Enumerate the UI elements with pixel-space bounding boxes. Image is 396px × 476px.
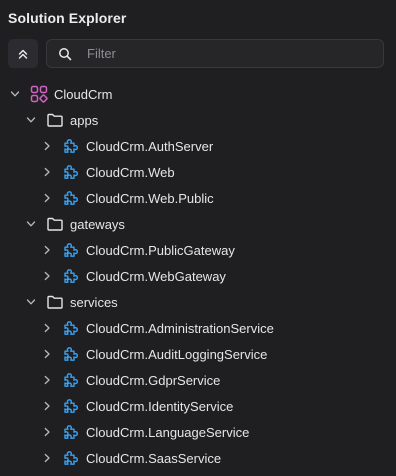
chevron-down-icon[interactable] [9,88,21,100]
puzzle-project-icon [62,449,80,467]
tree-node-label: CloudCrm.LanguageService [86,424,250,440]
tree-node-project[interactable]: CloudCrm.SaasService [0,445,396,471]
chevron-right-icon[interactable] [41,166,53,178]
chevron-right-icon[interactable] [41,400,53,412]
tree-node-label: apps [70,112,99,128]
chevron-right-icon[interactable] [41,374,53,386]
tree-node-label: CloudCrm.GdprService [86,372,221,388]
puzzle-project-icon [62,371,80,389]
tree-node-label: CloudCrm.Web [86,164,175,180]
tree-node-project[interactable]: CloudCrm.PublicGateway [0,237,396,263]
folder-icon [46,111,64,129]
tree-node-folder-apps[interactable]: apps [0,107,396,133]
tree-node-project[interactable]: CloudCrm.Web.Public [0,185,396,211]
tree-node-project[interactable]: CloudCrm.WebGateway [0,263,396,289]
puzzle-project-icon [62,319,80,337]
tree-node-label: CloudCrm.SaasService [86,450,222,466]
tree-node-project[interactable]: CloudCrm.AuditLoggingService [0,341,396,367]
tree-node-folder-services[interactable]: services [0,289,396,315]
collapse-all-button[interactable] [8,39,38,68]
solution-explorer-panel: Solution Explorer CloudCrm apps CloudCrm.A… [0,0,396,476]
tree-node-label: CloudCrm.Web.Public [86,190,214,206]
filter-field[interactable] [46,39,384,68]
folder-icon [46,293,64,311]
tree-node-project[interactable]: CloudCrm.Web [0,159,396,185]
search-icon [57,46,73,62]
puzzle-project-icon [62,241,80,259]
puzzle-project-icon [62,163,80,181]
solution-tree: CloudCrm apps CloudCrm.AuthServer CloudCrm.… [0,81,396,471]
panel-title: Solution Explorer [8,10,127,26]
chevron-right-icon[interactable] [41,140,53,152]
chevrons-up-icon [18,49,28,59]
tree-node-label: CloudCrm.AuthServer [86,138,214,154]
tree-node-label: gateways [70,216,125,232]
tree-node-project[interactable]: CloudCrm.AdministrationService [0,315,396,341]
puzzle-project-icon [62,189,80,207]
chevron-right-icon[interactable] [41,192,53,204]
puzzle-project-icon [62,267,80,285]
puzzle-project-icon [62,137,80,155]
tree-node-label: CloudCrm.PublicGateway [86,242,235,258]
chevron-right-icon[interactable] [41,348,53,360]
puzzle-project-icon [62,397,80,415]
chevron-right-icon[interactable] [41,322,53,334]
chevron-down-icon[interactable] [25,218,37,230]
tree-node-label: services [70,294,118,310]
tree-node-project[interactable]: CloudCrm.LanguageService [0,419,396,445]
chevron-down-icon[interactable] [25,114,37,126]
tree-node-label: CloudCrm.IdentityService [86,398,234,414]
tree-node-solution[interactable]: CloudCrm [0,81,396,107]
tree-node-project[interactable]: CloudCrm.AuthServer [0,133,396,159]
chevron-right-icon[interactable] [41,270,53,282]
tree-node-label: CloudCrm.AdministrationService [86,320,274,336]
tree-node-label: CloudCrm.WebGateway [86,268,226,284]
puzzle-project-icon [62,345,80,363]
tree-node-label: CloudCrm.AuditLoggingService [86,346,268,362]
chevron-right-icon[interactable] [41,426,53,438]
tree-node-folder-gateways[interactable]: gateways [0,211,396,237]
puzzle-project-icon [62,423,80,441]
tree-node-label: CloudCrm [54,86,113,102]
tree-node-project[interactable]: CloudCrm.GdprService [0,367,396,393]
tree-node-project[interactable]: CloudCrm.IdentityService [0,393,396,419]
chevron-right-icon[interactable] [41,244,53,256]
solution-icon [30,85,48,103]
chevron-down-icon[interactable] [25,296,37,308]
folder-icon [46,215,64,233]
filter-input[interactable] [85,45,369,62]
chevron-right-icon[interactable] [41,452,53,464]
